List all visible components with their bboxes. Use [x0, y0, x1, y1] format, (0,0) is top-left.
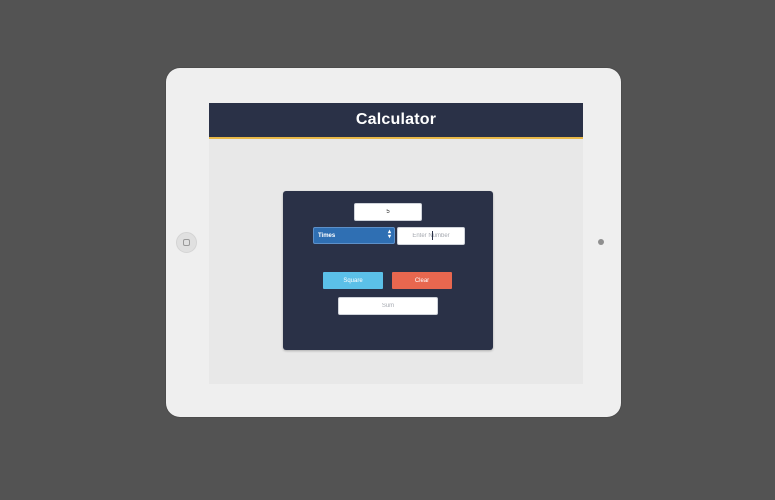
first-number-input[interactable]: [354, 203, 422, 221]
camera-icon: [598, 239, 604, 245]
app-header: Calculator: [209, 103, 583, 139]
square-button[interactable]: Square: [323, 272, 383, 289]
select-updown-icon: ▴ ▾: [387, 229, 391, 240]
operation-select[interactable]: Times ▴ ▾: [313, 227, 395, 244]
tablet-frame: Calculator Times ▴▾ Square Clear: [166, 68, 621, 417]
operation-selected-value: Times: [318, 232, 336, 239]
sum-output[interactable]: [338, 297, 438, 315]
calculator-panel: Times ▴▾ Square Clear: [283, 191, 493, 350]
home-button[interactable]: [176, 232, 197, 253]
text-cursor: [432, 231, 433, 240]
screen: Calculator Times ▴▾ Square Clear: [209, 103, 583, 384]
clear-button[interactable]: Clear: [392, 272, 452, 289]
app-title: Calculator: [355, 111, 437, 128]
second-number-input[interactable]: [397, 227, 465, 245]
home-square-icon: [183, 239, 190, 246]
